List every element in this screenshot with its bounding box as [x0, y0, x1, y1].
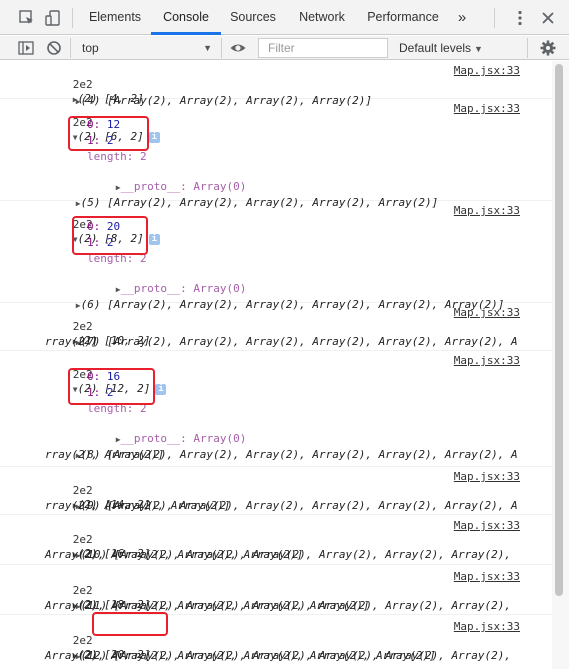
- toolbar-divider: [527, 38, 528, 58]
- log-levels-label: Default levels: [399, 41, 472, 55]
- console-message: 2e2 ▶(2) [18, 2] Map.jsx:33 ▶(11) [Array…: [0, 565, 552, 615]
- gear-icon[interactable]: [539, 39, 557, 57]
- console-message: 2e2 ▶(2) [10, 2] Map.jsx:33 ▶(7) [Array(…: [0, 303, 552, 351]
- device-toggle-icon[interactable]: [44, 9, 62, 27]
- array-of-arrays-continued: Array(2), Array(2), Array(2), Array(2), …: [45, 649, 436, 662]
- source-link[interactable]: Map.jsx:33: [454, 102, 520, 116]
- toolbar-divider: [72, 8, 73, 28]
- source-link[interactable]: Map.jsx:33: [454, 354, 520, 368]
- array-length: length: 2: [87, 150, 147, 163]
- sidebar-toggle-icon[interactable]: [17, 39, 35, 57]
- info-icon[interactable]: i: [148, 132, 160, 143]
- tab-network[interactable]: Network: [290, 0, 354, 35]
- tab-performance[interactable]: Performance: [362, 0, 444, 35]
- devtools-toolbar: Elements Console Sources Network Perform…: [0, 0, 569, 35]
- console-message: 2e2 ▶(2) [4, 2] Map.jsx:33 ▶(4) [Array(2…: [0, 61, 552, 107]
- tab-sources[interactable]: Sources: [222, 0, 284, 35]
- console-message: 2e2 ▼(2) [12, 2] i Map.jsx:33 0: 16 1: 2 …: [0, 351, 552, 467]
- array-of-arrays-continued: rray(2)]: [45, 335, 98, 348]
- scrollbar-thumb[interactable]: [555, 64, 563, 596]
- context-selector[interactable]: top ▼: [78, 37, 218, 59]
- info-icon[interactable]: i: [148, 234, 160, 245]
- eye-icon[interactable]: [229, 39, 247, 57]
- array-of-arrays-continued: rray(2), Array(2), Array(2)]: [45, 499, 231, 512]
- toolbar-divider: [221, 38, 222, 58]
- tab-console[interactable]: Console: [151, 0, 221, 35]
- kebab-menu-icon[interactable]: [511, 9, 529, 27]
- source-link[interactable]: Map.jsx:33: [454, 570, 520, 584]
- array-of-arrays-continued: rray(2), Array(2)]: [45, 448, 165, 461]
- array-of-arrays-continued: Array(2), Array(2), Array(2), Array(2)]: [45, 548, 304, 561]
- filter-input[interactable]: Filter: [258, 38, 388, 58]
- array-of-arrays-continued: Array(2), Array(2), Array(2), Array(2), …: [45, 599, 370, 612]
- close-icon[interactable]: [539, 9, 557, 27]
- inspect-icon[interactable]: [18, 9, 36, 27]
- console-message: 2e2 ▶(2) [14, 2] Map.jsx:33 ▶(9) [Array(…: [0, 467, 552, 515]
- console-message: 2e2 ▶(2) [20, 2] Map.jsx:33 ▶(12) [Array…: [0, 612, 552, 669]
- annotation-highlight-box: [72, 216, 148, 255]
- clear-console-icon[interactable]: [45, 39, 63, 57]
- console-filter-bar: top ▼ Filter Default levels ▼: [0, 36, 569, 60]
- source-link[interactable]: Map.jsx:33: [454, 519, 520, 533]
- tab-elements[interactable]: Elements: [80, 0, 150, 35]
- source-link[interactable]: Map.jsx:33: [454, 306, 520, 320]
- source-link[interactable]: Map.jsx:33: [454, 64, 520, 78]
- info-icon[interactable]: i: [155, 384, 167, 395]
- source-link[interactable]: Map.jsx:33: [454, 204, 520, 218]
- toolbar-divider: [70, 38, 71, 58]
- console-output: 2e2 ▶(2) [4, 2] Map.jsx:33 ▶(4) [Array(2…: [0, 61, 552, 669]
- source-link[interactable]: Map.jsx:33: [454, 620, 520, 634]
- context-value: top: [82, 41, 99, 55]
- console-message: 2e2 ▼(2) [6, 2] i Map.jsx:33 0: 12 1: 2 l…: [0, 99, 552, 209]
- chevron-down-icon: ▼: [203, 43, 212, 53]
- annotation-highlight-box: [68, 116, 149, 151]
- source-link[interactable]: Map.jsx:33: [454, 470, 520, 484]
- toolbar-divider: [494, 8, 495, 28]
- console-message: 2e2 ▶(2) [16, 2] Map.jsx:33 ▶(10) [Array…: [0, 515, 552, 565]
- array-of-arrays[interactable]: (7) [Array(2), Array(2), Array(2), Array…: [81, 335, 518, 348]
- annotation-highlight-box: [92, 612, 168, 636]
- chevron-down-icon: ▼: [474, 44, 483, 54]
- active-tab-indicator: [151, 32, 221, 35]
- log-levels-dropdown[interactable]: Default levels ▼: [399, 37, 483, 59]
- console-message: 2e2 ▼(2) [8, 2] i Map.jsx:33 0: 20 1: 2 l…: [0, 201, 552, 311]
- annotation-highlight-box: [68, 368, 155, 405]
- more-tabs-button[interactable]: »: [452, 0, 472, 35]
